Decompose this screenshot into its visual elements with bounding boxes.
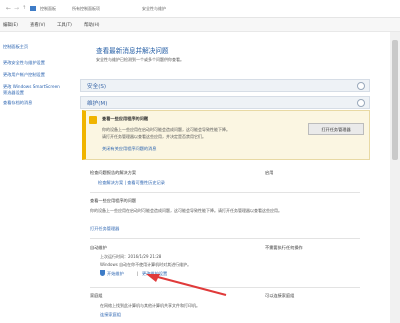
row-description: 你的设备上一些应用在启动时可能会造成问题，这可能会导致性能下降。请打开任务管理器… (90, 208, 282, 213)
chevron-down-icon[interactable] (357, 82, 365, 90)
scrollbar-thumb[interactable] (392, 40, 398, 160)
address-bar: ← → ↑ 控制面板 所有控制面板项 安全性与维护 (0, 0, 400, 18)
open-task-manager-link[interactable]: 打开任务管理器 (90, 226, 119, 232)
menu-help[interactable]: 帮助(H) (84, 22, 100, 28)
maintenance-section-header[interactable]: 维护(M) (80, 96, 370, 109)
sidebar: 控制面板主页 更改安全性与维护设置 更改用户帐户控制设置 更改 Windows … (0, 32, 62, 323)
row-status: 不需要执行任何操作 (265, 245, 303, 250)
shield-icon (100, 270, 105, 276)
row-description: Windows 自动在你不使用计算机时对其进行维护。 (100, 262, 192, 267)
page-title: 查看最新消息并解决问题 (96, 47, 169, 55)
menu-tools[interactable]: 工具(T) (57, 22, 72, 28)
security-section-header[interactable]: 安全(S) (80, 79, 370, 92)
row-description: 在网络上找到此计算机与其他计算机共享文件和打印机。 (100, 303, 200, 308)
menu-view[interactable]: 查看(V) (30, 22, 45, 28)
warning-title: 查看一些应用程序的问题 (102, 116, 149, 121)
open-task-manager-button[interactable]: 打开任务管理器 (308, 123, 364, 135)
sidebar-item-smartscreen[interactable]: 更改 Windows SmartScreen 筛选器设置 (3, 84, 61, 95)
sidebar-item-archived[interactable]: 查看存档的消息 (3, 100, 32, 106)
last-run-time: 上次运行时间：2016/1/29 21:28 (100, 254, 162, 259)
up-arrow-icon[interactable]: ↑ (22, 5, 26, 11)
divider (90, 238, 360, 239)
dismiss-message-link[interactable]: 关闭有关应用程序问题的消息 (102, 146, 156, 152)
menu-edit[interactable]: 编辑(E) (3, 22, 18, 28)
warning-banner: 查看一些应用程序的问题 你的设备上一些应用在启动时可能会造成问题，这可能会导致性… (82, 110, 370, 160)
breadcrumb-item[interactable]: 安全性与维护 (142, 6, 166, 12)
row-label: 检查问题报告的解决方案 (90, 170, 137, 175)
row-label: 查看一些应用程序的问题 (90, 198, 137, 203)
page-subtitle: 安全性与维护已检测到一个或多个问题供你查看。 (96, 57, 184, 62)
sidebar-item-security-settings[interactable]: 更改安全性与维护设置 (3, 60, 45, 66)
sidebar-item-uac[interactable]: 更改用户帐户控制设置 (3, 72, 45, 78)
join-homegroup-link[interactable]: 连接家庭组 (100, 312, 121, 318)
control-panel-icon (30, 6, 36, 11)
row-label: 家庭组 (90, 293, 103, 298)
maintenance-section-title: 维护(M) (87, 101, 108, 107)
menu-bar: 编辑(E) 查看(V) 工具(T) 帮助(H) (0, 18, 400, 32)
forward-arrow-icon[interactable]: → (14, 5, 19, 12)
back-arrow-icon[interactable]: ← (6, 5, 11, 12)
chevron-up-icon[interactable] (357, 99, 365, 107)
start-maintenance-link[interactable]: 开始维护 (107, 271, 124, 277)
security-section-title: 安全(S) (87, 84, 107, 90)
warning-text: 请打开任务管理器以查看这些应用，并决定是否禁用它们。 (102, 134, 206, 139)
annotation-arrow (146, 274, 227, 296)
breadcrumb-item[interactable]: 控制面板 (40, 6, 56, 12)
warning-icon (89, 116, 97, 124)
sidebar-item-home[interactable]: 控制面板主页 (3, 44, 28, 50)
row-status: 启用 (265, 170, 274, 175)
row-label: 自动维护 (90, 245, 107, 250)
row-status: 可以连接家庭组 (265, 293, 295, 298)
check-solutions-link[interactable]: 检查解决方案 | 查看可靠性历史记录 (98, 180, 165, 186)
warning-text: 你的设备上一些应用在启动时可能会造成问题，这可能会导致性能下降。 (102, 127, 230, 132)
link-separator: | (137, 271, 139, 276)
divider (90, 192, 360, 193)
breadcrumb-item[interactable]: 所有控制面板项 (72, 6, 100, 12)
